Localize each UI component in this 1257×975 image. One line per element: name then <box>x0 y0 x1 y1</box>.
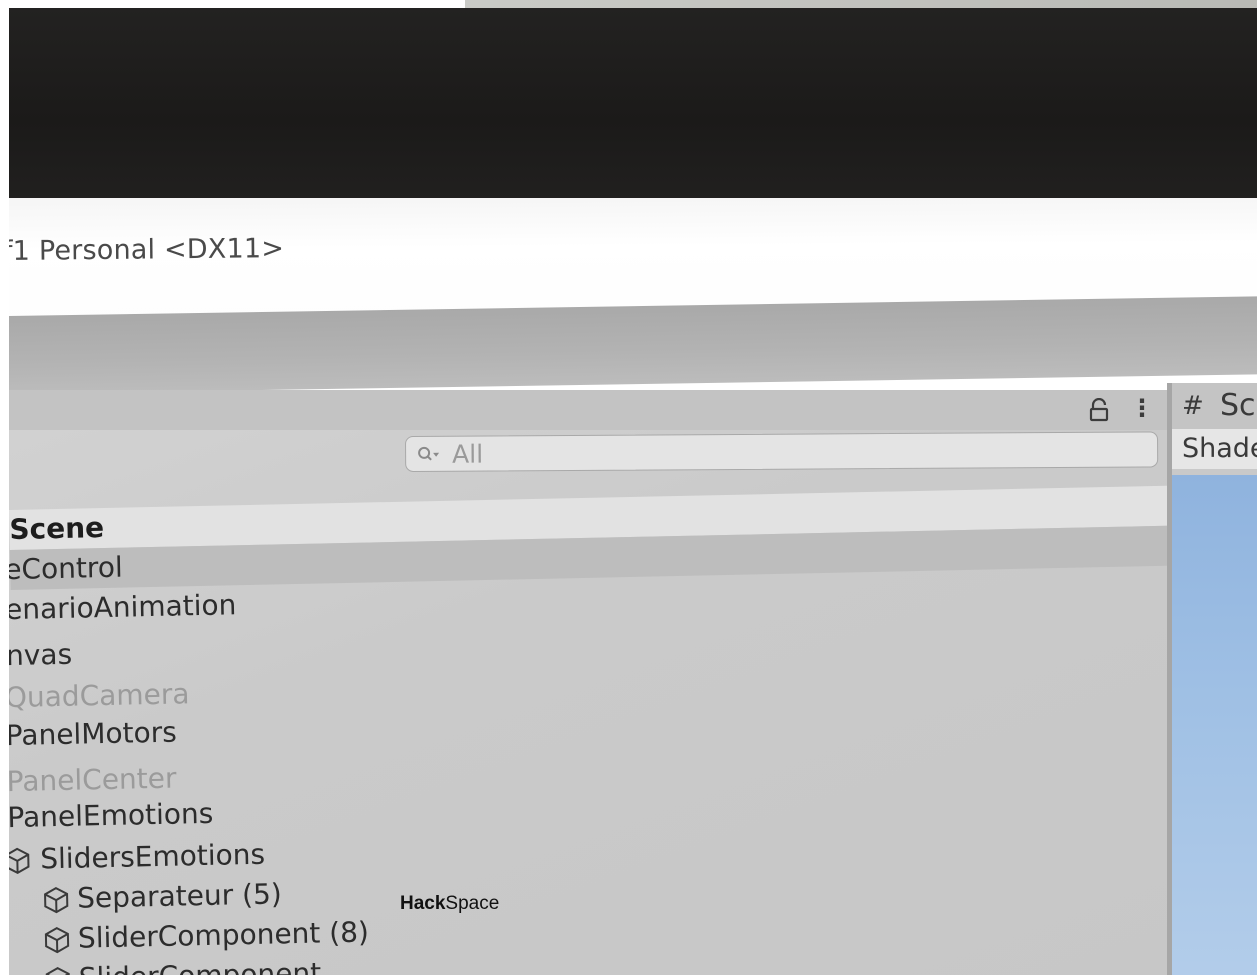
photo-stage: f1 Personal <DX11> ⋮ All ⋮ <box>0 0 1257 975</box>
tree-item-label: SliderComponent (8) <box>77 915 370 955</box>
tree-item-label: PanelEmotions <box>9 796 214 835</box>
hierarchy-panel: ⋮ All ⋮ Scene eControl enario <box>9 390 1191 975</box>
cube-icon <box>44 886 69 914</box>
hierarchy-tree: Scene eControl enarioAnimation nvas Quad… <box>9 485 1191 975</box>
window-title: f1 Personal <DX11> <box>9 233 285 267</box>
search-input[interactable]: All <box>405 431 1159 472</box>
tree-item-label: PanelMotors <box>9 715 178 753</box>
watermark-regular: Space <box>445 893 500 914</box>
vertical-dots-icon[interactable]: ⋮ <box>1130 396 1154 422</box>
cube-icon <box>9 847 30 875</box>
scene-view[interactable] <box>1172 475 1257 975</box>
monitor-bezel <box>9 8 1257 213</box>
tab-label: Sc <box>1220 388 1256 423</box>
tree-item-label: QuadCamera <box>9 677 190 715</box>
lock-icon[interactable] <box>1089 398 1109 422</box>
search-icon <box>418 446 440 461</box>
shader-label: Shade <box>1182 433 1257 464</box>
monitor-screen: f1 Personal <DX11> ⋮ All ⋮ <box>9 198 1257 975</box>
hackspace-watermark: HackSpace <box>400 893 499 915</box>
tree-item-label: SlidersEmotions <box>39 837 266 876</box>
tree-item-label: eControl <box>9 550 124 587</box>
tree-item-label: Scene <box>9 511 105 546</box>
hash-icon: # <box>1182 391 1204 421</box>
search-placeholder: All <box>452 439 484 469</box>
tree-item-label: Separateur (5) <box>76 877 283 915</box>
tree-item-label: enarioAnimation <box>9 588 237 627</box>
inspector-panel: # Sc Shade <box>1172 383 1257 975</box>
cube-icon <box>44 926 70 954</box>
tab-inspector[interactable]: # Sc <box>1172 383 1257 429</box>
left-margin <box>0 0 9 975</box>
watermark-bold: Hack <box>400 893 446 914</box>
shader-row[interactable]: Shade <box>1172 429 1257 469</box>
cube-icon <box>45 966 70 975</box>
hierarchy-panel-header: ⋮ <box>9 390 1167 430</box>
tree-item-label: nvas <box>9 637 73 673</box>
